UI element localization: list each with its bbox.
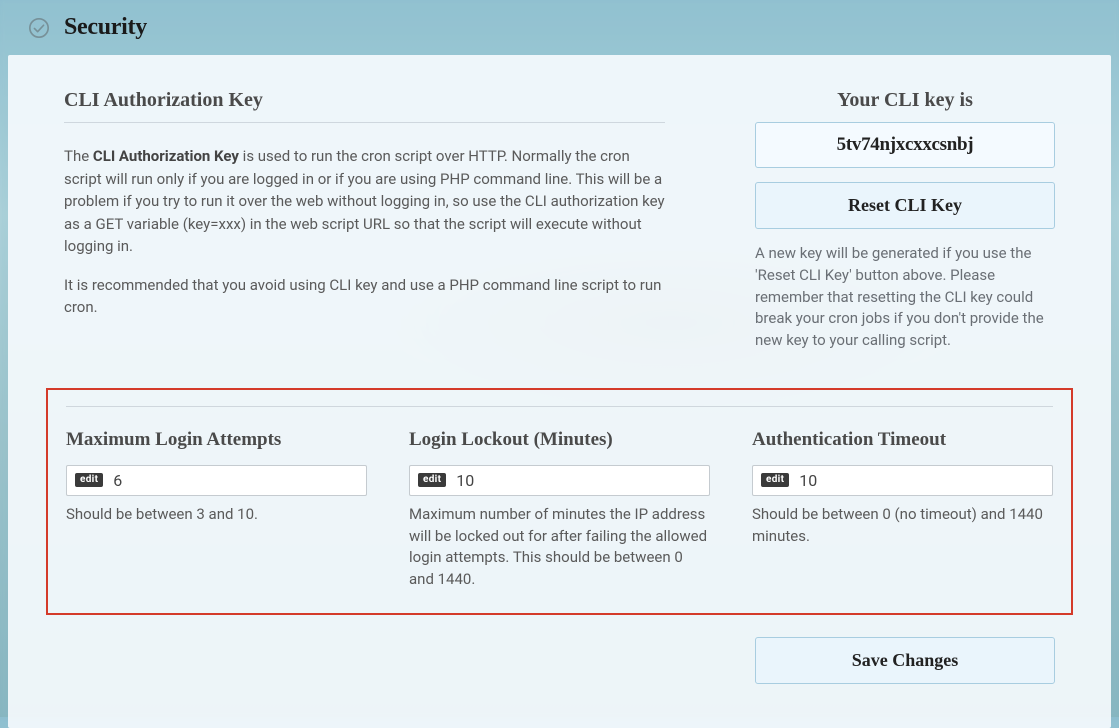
cli-key-reset-note: A new key will be generated if you use t… — [755, 243, 1055, 352]
cli-description-column: CLI Authorization Key The CLI Authorizat… — [64, 89, 665, 352]
login-lockout-hint: Maximum number of minutes the IP address… — [409, 504, 710, 591]
login-lockout-heading: Login Lockout (Minutes) — [409, 429, 710, 451]
cli-description-para1: The CLI Authorization Key is used to run… — [64, 145, 665, 258]
login-lockout-input[interactable] — [456, 471, 701, 490]
auth-timeout-hint: Should be between 0 (no timeout) and 144… — [752, 504, 1053, 548]
settings-row: Maximum Login Attempts edit Should be be… — [66, 429, 1053, 591]
max-login-hint: Should be between 3 and 10. — [66, 504, 367, 526]
check-circle-icon — [28, 17, 50, 39]
cli-key-column: Your CLI key is 5tv74njxcxxcsnbj Reset C… — [755, 89, 1055, 352]
edit-badge-icon: edit — [418, 473, 446, 487]
security-panel: CLI Authorization Key The CLI Authorizat… — [8, 55, 1111, 728]
save-changes-button[interactable]: Save Changes — [755, 637, 1055, 684]
page-title: Security — [64, 14, 147, 41]
login-lockout-setting: Login Lockout (Minutes) edit Maximum num… — [409, 429, 710, 591]
save-row: Save Changes — [64, 637, 1055, 684]
page-header: Security — [0, 0, 1119, 55]
login-lockout-input-wrap[interactable]: edit — [409, 465, 710, 496]
auth-timeout-setting: Authentication Timeout edit Should be be… — [752, 429, 1053, 591]
edit-badge-icon: edit — [75, 473, 103, 487]
cli-auth-key-strong: CLI Authorization Key — [93, 147, 239, 165]
cli-key-value: 5tv74njxcxxcsnbj — [755, 122, 1055, 168]
edit-badge-icon: edit — [761, 473, 789, 487]
auth-timeout-input[interactable] — [799, 471, 1044, 490]
cli-top-row: CLI Authorization Key The CLI Authorizat… — [64, 89, 1055, 352]
divider — [66, 406, 1053, 407]
divider — [64, 122, 665, 123]
max-login-input-wrap[interactable]: edit — [66, 465, 367, 496]
auth-timeout-heading: Authentication Timeout — [752, 429, 1053, 451]
max-login-input[interactable] — [113, 471, 358, 490]
cli-description-para2: It is recommended that you avoid using C… — [64, 274, 665, 319]
text-fragment: The — [64, 147, 93, 165]
max-login-attempts-setting: Maximum Login Attempts edit Should be be… — [66, 429, 367, 591]
your-cli-key-heading: Your CLI key is — [755, 89, 1055, 112]
max-login-heading: Maximum Login Attempts — [66, 429, 367, 451]
reset-cli-key-button[interactable]: Reset CLI Key — [755, 182, 1055, 229]
auth-timeout-input-wrap[interactable]: edit — [752, 465, 1053, 496]
cli-auth-heading: CLI Authorization Key — [64, 89, 665, 112]
settings-highlight-box: Maximum Login Attempts edit Should be be… — [46, 388, 1073, 615]
